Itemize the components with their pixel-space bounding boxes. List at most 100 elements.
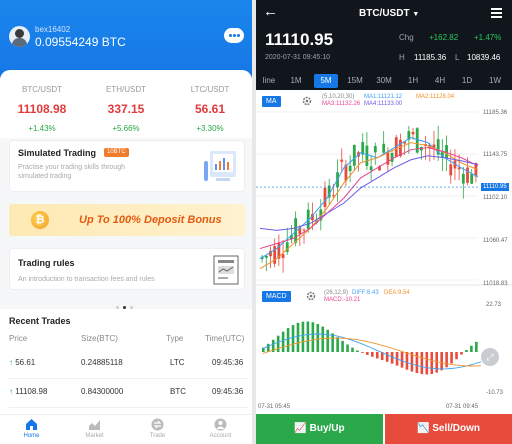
chg-label: Chg (399, 33, 414, 42)
ticker-price: 11108.98 (17, 102, 67, 116)
trade-price: ↑ 11108.98 (9, 387, 47, 396)
tab-1d[interactable]: 1D (457, 74, 477, 88)
tab-1m[interactable]: 1M (284, 74, 308, 88)
recent-trades-title: Recent Trades (9, 316, 71, 326)
ticker-ltc[interactable]: LTC/USDT 56.61 +3.30% (168, 85, 252, 133)
macd-bar (366, 352, 369, 355)
price-axis-tick: 11060.47 (483, 238, 508, 244)
chart-illustration-icon (204, 151, 236, 181)
col-size: Size(BTC) (81, 334, 118, 343)
ma-indicator-label[interactable]: MA (262, 96, 281, 107)
tab-15m[interactable]: 15M (343, 74, 367, 88)
candle-body (449, 164, 453, 176)
macd-settings-gear-icon[interactable] (306, 291, 316, 301)
trading-rules-card[interactable]: Trading rules An introduction to transac… (9, 248, 245, 290)
sell-label: Sell/Down (432, 423, 481, 434)
low-value: 10839.46 (467, 53, 501, 62)
macd-bar (460, 352, 463, 355)
tab-1w[interactable]: 1W (485, 74, 505, 88)
trade-price-value: 11108.98 (15, 387, 48, 396)
macd-params: (26,12,9) (324, 290, 349, 296)
ticker-summary: BTC/USDT 11108.98 +1.43% ETH/USDT 337.15… (0, 70, 252, 138)
ticker-change: +5.66% (112, 124, 140, 133)
account-balance: 0.09554249 BTC (35, 35, 126, 49)
candle-body (411, 131, 415, 135)
ticker-change: +1.43% (28, 124, 56, 133)
tab-1h[interactable]: 1H (403, 74, 423, 88)
trade-size: 0.84300000 (81, 387, 124, 396)
chat-icon[interactable] (224, 28, 244, 43)
ticker-change: +3.30% (196, 124, 224, 133)
price-axis-tick: 11143.75 (483, 152, 508, 158)
ticker-pair: LTC/USDT (190, 85, 230, 94)
macd-bar (266, 343, 270, 352)
nav-trade-label: Trade (149, 433, 166, 439)
macd-value: MACD:-10.21 (324, 297, 361, 303)
simulated-trading-card[interactable]: Simulated Trading 10BTC Practise your tr… (9, 140, 245, 192)
avatar[interactable] (9, 26, 30, 47)
ticker-btc[interactable]: BTC/USDT 11108.98 +1.43% (0, 85, 84, 133)
macd-bar (276, 335, 280, 352)
macd-bar (425, 352, 429, 375)
trade-exchange-icon (151, 418, 164, 431)
macd-bar (326, 329, 330, 352)
tab-line[interactable]: line (258, 74, 280, 88)
buy-up-button[interactable]: 📈 Buy/Up (256, 414, 383, 444)
high-label: H (399, 53, 405, 62)
nav-trade[interactable]: Trade (126, 418, 189, 439)
tab-4h[interactable]: 4H (430, 74, 450, 88)
settings-gear-icon[interactable] (302, 96, 312, 106)
nav-market[interactable]: Market (63, 418, 126, 439)
macd-bar (291, 325, 295, 352)
macd-bar (341, 340, 344, 352)
macd-dea: DEA:9.54 (384, 290, 410, 296)
simulated-badge: 10BTC (104, 148, 129, 157)
sell-down-button[interactable]: 📉 Sell/Down (385, 414, 512, 444)
expand-icon[interactable]: ⤢ (481, 348, 499, 366)
pair-selector[interactable]: BTC/USDT ▼ (359, 8, 419, 19)
macd-indicator-label[interactable]: MACD (262, 291, 291, 302)
trade-price-value: 56.61 (15, 358, 36, 367)
macd-bar (415, 352, 419, 374)
macd-bar (465, 350, 468, 352)
macd-bar (296, 322, 300, 352)
ma-line-4 (259, 155, 479, 231)
time-axis-end: 07-31 09:45 (446, 404, 479, 410)
menu-icon[interactable] (491, 8, 502, 18)
candle-body (264, 255, 268, 258)
nav-home[interactable]: Home (0, 418, 63, 439)
interval-tabs: line 1M 5M 15M 30M 1H 4H 1D 1W (256, 72, 512, 90)
nav-account[interactable]: Account (189, 418, 252, 439)
account-icon (214, 418, 227, 431)
candle-body (348, 165, 352, 172)
nav-account-label: Account (209, 433, 232, 439)
kline-chart[interactable]: MA (5,10,20,30) MA1:11121.12 MA2:11128.0… (256, 90, 512, 414)
macd-bar (286, 328, 290, 352)
trading-rules-title: Trading rules (18, 258, 75, 268)
macd-bar (390, 352, 394, 364)
ticker-eth[interactable]: ETH/USDT 337.15 +5.66% (84, 85, 168, 133)
back-arrow-icon[interactable]: ← (263, 4, 278, 19)
macd-bar (331, 333, 334, 352)
nav-market-label: Market (85, 433, 104, 439)
deposit-bonus-banner[interactable]: ₿ Up To 100% Deposit Bonus (9, 204, 245, 236)
sell-trend-icon: 📉 (416, 423, 433, 434)
current-price-tag: 11110.95 (481, 183, 509, 191)
macd-bar (400, 352, 404, 368)
ticker-price: 337.15 (107, 102, 145, 116)
macd-bar (361, 352, 364, 353)
buy-label: Buy/Up (309, 423, 345, 434)
ma4-value: MA4:11133.00 (364, 101, 403, 107)
trade-type: BTC (170, 387, 186, 396)
tab-30m[interactable]: 30M (372, 74, 396, 88)
macd-bar (306, 321, 310, 352)
high-value: 11185.36 (414, 53, 447, 62)
home-screen: bex16402 0.09554249 BTC BTC/USDT 11108.9… (0, 0, 252, 444)
col-type: Type (166, 334, 184, 343)
candle-body (390, 153, 394, 162)
ticker-pair: BTC/USDT (22, 85, 62, 94)
tab-5m[interactable]: 5M (314, 74, 338, 88)
nav-home-label: Home (23, 433, 40, 439)
macd-diff: DIFF:6.43 (352, 290, 379, 296)
trading-rules-desc: An introduction to transaction fees and … (18, 276, 155, 283)
